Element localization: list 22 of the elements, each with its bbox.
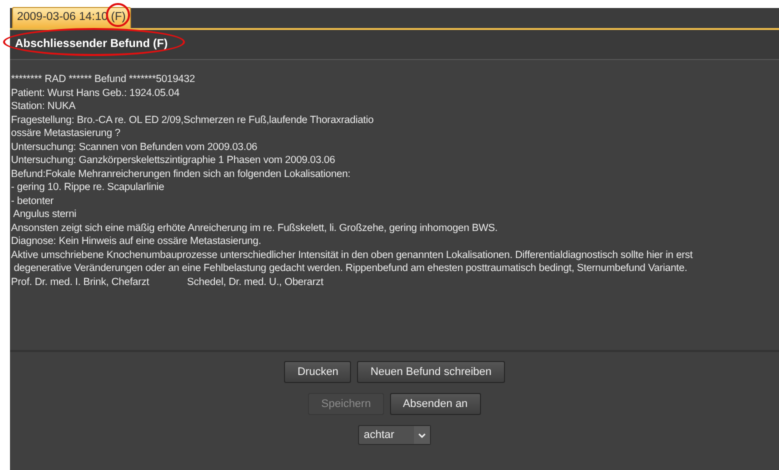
- report-line: Prof. Dr. med. I. Brink, Chefarzt Schedel, Dr. med. U., Oberarzt: [11, 276, 324, 289]
- caret-icon: [418, 432, 426, 438]
- report-line: Diagnose: Kein Hinweis auf eine ossäre Metastasierung.: [11, 235, 262, 248]
- report-line: Untersuchung: Scannen von Befunden vom 2009.03.06: [11, 140, 258, 154]
- report-line: Angulus sterni: [12, 208, 78, 222]
- button[interactable]: Neuen Befund schreiben: [357, 361, 505, 383]
- report-line: ossäre Metastasierung ?: [11, 127, 122, 140]
- report-line: Ansonsten zeigt sich eine mäßig erhöte Anreicherung im re. Fußskelett, li. Großzehe, gering inhomogen BWS.: [11, 222, 499, 235]
- report-line: - betonter: [11, 194, 55, 208]
- report-line: Aktive umschriebene Knochenumbauprozesse unterschiedlicher Intensität in den oben genannten Lokalisationen. Differentialdiagnostisch sollte hier in erst: [11, 248, 694, 262]
- recipient-dropdown[interactable]: achtar: [358, 425, 432, 445]
- report-line: - gering 10. Rippe re. Scapularlinie: [11, 181, 166, 194]
- report-line: degenerative Veränderungen oder an eine Fehlbelastung gedacht werden. Rippenbefund am ehesten posttraumatisch bedingt, Sternumbefund Variante.: [12, 262, 688, 276]
- report-heading: Abschliessender Befund (F): [15, 36, 168, 54]
- report-line: Patient: Wurst Hans Geb.: 1924.05.04: [11, 86, 180, 100]
- report-line: Befund:Fokale Mehranreicherungen finden sich an folgenden Lokalisationen:: [11, 168, 352, 181]
- report-line: ******** RAD ****** Befund *******5019432: [11, 73, 196, 86]
- report-line: Station: NUKA: [11, 100, 76, 114]
- button[interactable]: Absenden an: [390, 393, 481, 415]
- report-line: Untersuchung: Ganzkörperskelettszintigraphie 1 Phasen vom 2009.03.06: [11, 154, 336, 168]
- button[interactable]: Drucken: [284, 361, 352, 383]
- report-line: Fragestellung: Bro.-CA re. OL ED 2/09,Schmerzen re Fuß,laufende Thoraxradiatio: [11, 114, 375, 127]
